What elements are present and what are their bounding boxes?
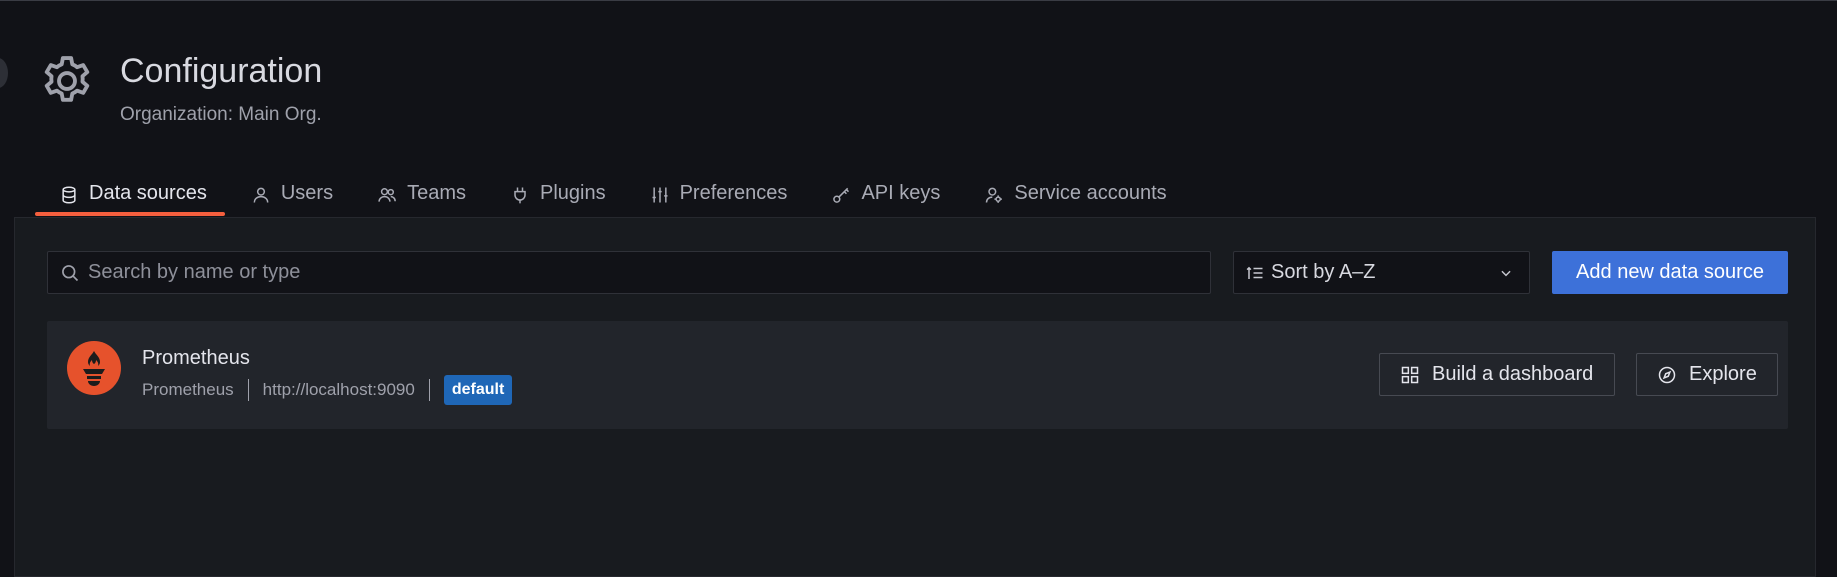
datasource-meta: Prometheus http://localhost:9090 default [142,375,513,405]
chevron-down-icon [1499,266,1513,280]
search-icon [60,263,80,283]
users-icon [377,185,397,205]
sliders-icon [650,185,670,205]
key-icon [831,185,851,205]
tab-label: Data sources [89,182,207,204]
top-border [0,0,1837,1]
build-dashboard-label: Build a dashboard [1432,363,1594,385]
meta-divider [247,379,249,401]
prometheus-logo-icon [67,341,121,395]
tab-label: API keys [861,182,941,204]
explore-label: Explore [1689,363,1757,385]
page-subtitle: Organization: Main Org. [120,104,322,125]
tab-label: Preferences [679,182,788,204]
add-new-data-source-button[interactable]: Add new data source [1552,251,1788,294]
sidebar-toggle[interactable] [0,58,8,88]
build-dashboard-button[interactable]: Build a dashboard [1379,353,1615,396]
default-badge: default [443,375,513,405]
sort-select[interactable]: Sort by A–Z [1233,251,1530,294]
search-input[interactable] [88,261,1210,284]
tab-service-accounts[interactable]: Service accounts [966,174,1184,218]
explore-button[interactable]: Explore [1636,353,1778,396]
tab-users[interactable]: Users [233,174,351,218]
user-cog-icon [984,185,1004,205]
tab-bar: Data sources Users Teams Plugins Prefere… [35,174,1193,218]
page-title: Configuration [120,52,323,90]
tab-api-keys[interactable]: API keys [813,174,958,218]
search-box[interactable] [47,251,1211,294]
datasource-card[interactable]: Prometheus Prometheus http://localhost:9… [47,321,1788,429]
tab-teams[interactable]: Teams [359,174,484,218]
database-icon [59,185,79,205]
compass-icon [1657,365,1677,385]
tab-label: Service accounts [1014,182,1167,204]
sort-label: Sort by A–Z [1271,261,1376,283]
meta-divider [428,379,430,401]
tab-plugins[interactable]: Plugins [492,174,624,218]
datasource-name[interactable]: Prometheus [142,347,250,370]
tab-data-sources[interactable]: Data sources [35,174,225,218]
datasource-url: http://localhost:9090 [262,380,415,399]
tab-label: Plugins [539,182,606,204]
tab-label: Users [280,182,334,204]
apps-grid-icon [1400,365,1420,385]
sort-icon [1246,264,1264,282]
gear-icon [38,52,96,110]
tab-label: Teams [407,182,466,204]
plug-icon [510,185,530,205]
tab-preferences[interactable]: Preferences [632,174,806,218]
datasource-type: Prometheus [142,380,234,399]
data-sources-panel: Sort by A–Z Add new data source Promethe… [14,217,1816,577]
user-icon [251,185,271,205]
